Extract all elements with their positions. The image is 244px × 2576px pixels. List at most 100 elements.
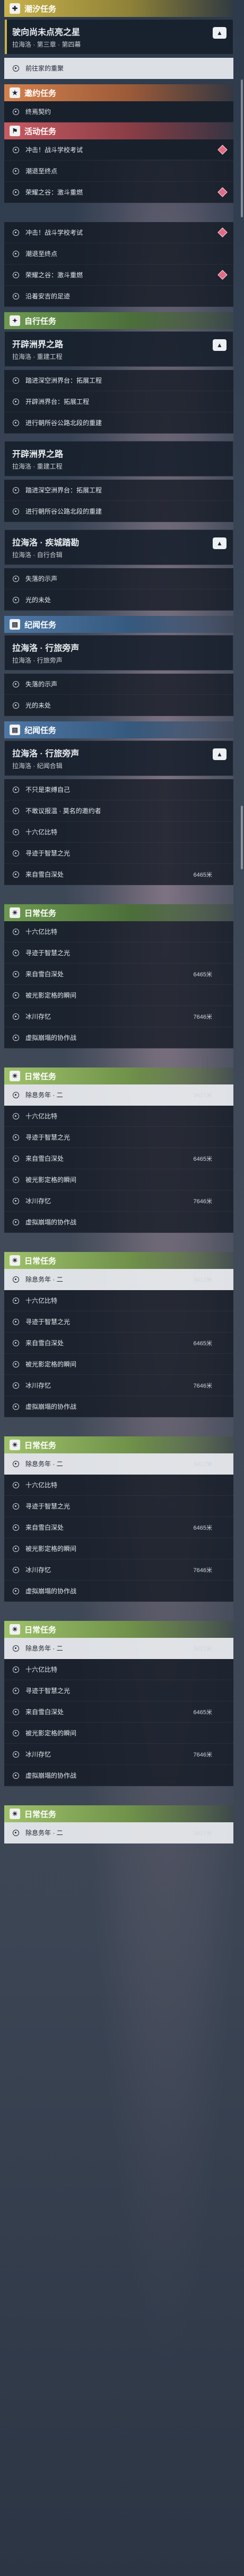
step-label: 除息务年 · 二	[25, 1091, 63, 1099]
section-header-daily[interactable]: ☀ 日常任务	[4, 1436, 233, 1453]
quest-step[interactable]: 来自雪白深处 6465米	[4, 1148, 233, 1169]
sun-icon: ☀	[10, 1440, 20, 1450]
quest-step[interactable]: 沿着安吉的足迹	[4, 286, 233, 307]
quest-step[interactable]: 十六亿比特	[4, 1659, 233, 1680]
quest-title: 驶向尚未点亮之星	[12, 28, 81, 37]
quest-title: 拉海洛 · 行旅旁声	[12, 644, 80, 653]
section-header-daily[interactable]: ☀ 日常任务	[4, 904, 233, 921]
section-header-daily[interactable]: ☀ 日常任务	[4, 1068, 233, 1084]
step-label: 来自雪白深处	[25, 971, 64, 978]
chevron-up-icon[interactable]: ▲	[213, 27, 226, 39]
quest-step[interactable]: 冲击！战斗学校考试	[4, 139, 233, 161]
quest-step[interactable]: 踏进深空洲界台：拓展工程	[4, 370, 233, 391]
radio-icon	[13, 1751, 19, 1758]
quest-step[interactable]: 光的未处	[4, 589, 233, 611]
waypoint-marker-icon[interactable]	[217, 270, 228, 280]
section-header-daily[interactable]: ☀ 日常任务	[4, 1252, 233, 1269]
quest-step[interactable]: 冰川存忆 7646米	[4, 1744, 233, 1765]
quest-step[interactable]: 虚拟崩塌的协作战	[4, 1765, 233, 1786]
section-header-relic[interactable]: ▤ 纪闻任务	[4, 721, 233, 738]
quest-step[interactable]: 寻迹于智慧之光	[4, 1311, 233, 1333]
quest-step[interactable]: 虚拟崩塌的协作战	[4, 1581, 233, 1602]
quest-step[interactable]: 开辟洲界台：拓展工程	[4, 391, 233, 412]
section-header-tidal[interactable]: ✚ 潮汐任务	[4, 0, 233, 17]
quest-step[interactable]: 冰川存忆 7646米	[4, 1559, 233, 1581]
quest-step[interactable]: 潮退至终点	[4, 243, 233, 264]
quest-step[interactable]: 冰川存忆 7646米	[4, 1006, 233, 1027]
side-quest-card[interactable]: 开辟洲界之路 拉海洛 · 重建工程 ▲	[4, 331, 233, 367]
chevron-up-icon[interactable]: ▲	[213, 748, 226, 760]
radio-icon	[13, 487, 19, 493]
quest-step[interactable]: 来自雪白深处 6465米	[4, 964, 233, 985]
quest-step[interactable]: 寻迹于智慧之光	[4, 1127, 233, 1148]
radio-icon	[13, 1134, 19, 1141]
quest-step-selected[interactable]: 除息务年 · 二 3417米	[4, 1822, 233, 1843]
quest-step[interactable]: 虚拟崩塌的协作战	[4, 1396, 233, 1417]
relic-quest-card[interactable]: 拉海洛 · 行旅旁声 拉海洛 · 行旅旁声	[4, 635, 233, 671]
section-header-daily[interactable]: ☀ 日常任务	[4, 1805, 233, 1822]
quest-step-selected[interactable]: 除息务年 · 二 3417米	[4, 1084, 233, 1106]
quest-step-selected[interactable]: 前往家的重聚	[4, 58, 233, 79]
quest-step[interactable]: 踏进深空洲界台：拓展工程	[4, 480, 233, 501]
quest-step[interactable]: 不敢议报温 · 莫名的邀约者	[4, 800, 233, 822]
scrollbar-thumb[interactable]	[241, 80, 243, 217]
quest-step[interactable]: 失落的示声	[4, 674, 233, 695]
quest-step[interactable]: 寻迹于智慧之光	[4, 843, 233, 864]
step-label: 虚拟崩塌的协作战	[25, 1403, 77, 1410]
quest-step[interactable]: 被光影定格的瞬间	[4, 985, 233, 1006]
quest-step[interactable]: 进行朝所谷公路北段的重建	[4, 501, 233, 522]
quest-step[interactable]: 十六亿比特	[4, 921, 233, 942]
section-header-invite[interactable]: ★ 邀约任务	[4, 84, 233, 101]
quest-step-selected[interactable]: 除息务年 · 二 3417米	[4, 1638, 233, 1659]
section-header-daily[interactable]: ☀ 日常任务	[4, 1621, 233, 1638]
section-header-event[interactable]: ⚑ 活动任务	[4, 122, 233, 139]
quest-step[interactable]: 被光影定格的瞬间	[4, 1723, 233, 1744]
chevron-up-icon[interactable]: ▲	[213, 537, 226, 549]
quest-step[interactable]: 十六亿比特	[4, 1475, 233, 1496]
waypoint-marker-icon[interactable]	[217, 187, 228, 197]
main-quest-card[interactable]: 驶向尚未点亮之星 拉海洛 · 第三章 · 第四幕 ▲	[4, 19, 233, 55]
section-header-relic[interactable]: ▤ 纪闻任务	[4, 616, 233, 633]
quest-step[interactable]: 来自雪白深处 6465米	[4, 864, 233, 885]
quest-step[interactable]: 进行朝所谷公路北段的重建	[4, 412, 233, 434]
section-title: 纪闻任务	[24, 726, 57, 735]
step-label: 寻迹于智慧之光	[25, 949, 71, 957]
quest-step[interactable]: 十六亿比特	[4, 1290, 233, 1311]
quest-step[interactable]: 被光影定格的瞬间	[4, 1538, 233, 1559]
relic-quest-card[interactable]: 拉海洛 · 行旅旁声 拉海洛 · 纪闻合辑 ▲	[4, 740, 233, 776]
side-quest-card[interactable]: 开辟洲界之路 拉海洛 · 重建工程	[4, 441, 233, 477]
quest-step[interactable]: 冰川存忆 7646米	[4, 1375, 233, 1396]
section-header-side[interactable]: ✦ 自行任务	[4, 312, 233, 329]
quest-subtitle: 拉海洛 · 行旅旁声	[12, 657, 63, 664]
quest-step[interactable]: 十六亿比特	[4, 822, 233, 843]
quest-step[interactable]: 冰川存忆 7646米	[4, 1190, 233, 1212]
quest-step[interactable]: 来自雪白深处 6465米	[4, 1701, 233, 1723]
quest-step[interactable]: 潮退至终点	[4, 161, 233, 182]
quest-title: 拉海洛 · 疾城踏勘	[12, 539, 80, 548]
quest-step[interactable]: 光的未处	[4, 695, 233, 716]
waypoint-marker-icon[interactable]	[217, 227, 228, 237]
quest-step[interactable]: 十六亿比特	[4, 1106, 233, 1127]
quest-step[interactable]: 寻迹于智慧之光	[4, 1496, 233, 1517]
quest-step[interactable]: 来自雪白深处 6465米	[4, 1333, 233, 1354]
quest-step[interactable]: 虚拟崩塌的协作战	[4, 1027, 233, 1048]
quest-step[interactable]: 失落的示声	[4, 568, 233, 589]
quest-step[interactable]: 寻迹于智慧之光	[4, 1680, 233, 1701]
quest-step[interactable]: 不只是束缚自己	[4, 779, 233, 800]
waypoint-marker-icon[interactable]	[217, 145, 228, 155]
chevron-up-icon[interactable]: ▲	[213, 339, 226, 351]
quest-step[interactable]: 被光影定格的瞬间	[4, 1169, 233, 1190]
quest-step[interactable]: 寻迹于智慧之光	[4, 942, 233, 964]
quest-step[interactable]: 荣耀之谷：激斗重燃	[4, 264, 233, 286]
quest-step[interactable]: 被光影定格的瞬间	[4, 1354, 233, 1375]
scrollbar-thumb[interactable]	[241, 806, 243, 869]
side-quest-card[interactable]: 拉海洛 · 疾城踏勘 拉海洛 · 自行合辑 ▲	[4, 530, 233, 565]
quest-step[interactable]: 荣耀之谷：激斗重燃	[4, 182, 233, 203]
quest-step[interactable]: 终焉契约	[4, 101, 233, 122]
quest-step[interactable]: 冲击！战斗学校考试	[4, 222, 233, 243]
quest-step[interactable]: 虚拟崩塌的协作战	[4, 1212, 233, 1233]
quest-step-selected[interactable]: 除息务年 · 二 3417米	[4, 1453, 233, 1475]
radio-icon	[13, 1382, 19, 1389]
quest-step[interactable]: 来自雪白深处 6465米	[4, 1517, 233, 1538]
quest-step-selected[interactable]: 除息务年 · 二 3417米	[4, 1269, 233, 1290]
